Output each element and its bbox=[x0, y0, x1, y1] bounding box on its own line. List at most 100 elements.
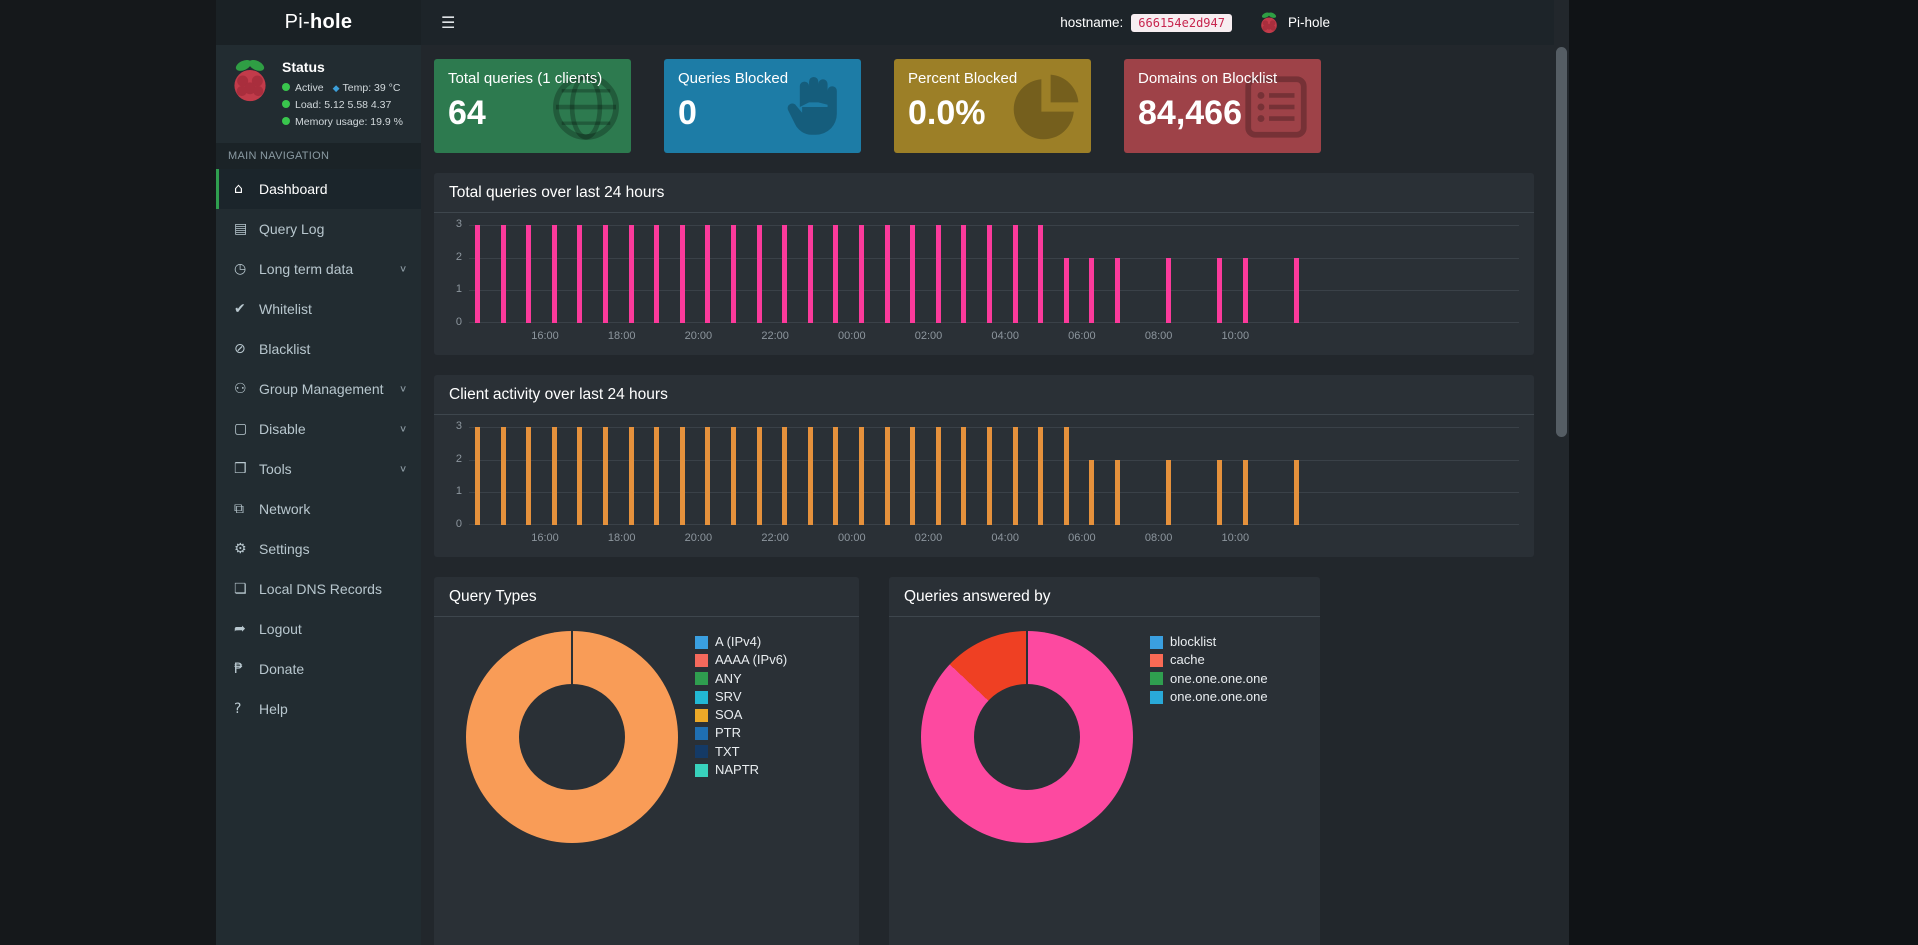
legend-label: blocklist bbox=[1170, 634, 1217, 649]
bar[interactable] bbox=[731, 225, 736, 323]
bar[interactable] bbox=[756, 427, 762, 525]
bar[interactable] bbox=[1294, 459, 1300, 525]
bar[interactable] bbox=[1217, 459, 1223, 525]
bar[interactable] bbox=[859, 427, 864, 525]
bar[interactable] bbox=[551, 225, 557, 323]
bar[interactable] bbox=[987, 427, 992, 525]
bar[interactable] bbox=[500, 225, 506, 323]
bar[interactable] bbox=[705, 427, 711, 525]
scrollbar-thumb[interactable] bbox=[1556, 47, 1567, 437]
legend-item[interactable]: one.one.one.one bbox=[1150, 689, 1268, 704]
bar[interactable] bbox=[1063, 257, 1069, 323]
bar[interactable] bbox=[1089, 257, 1095, 323]
bar[interactable] bbox=[1243, 459, 1248, 525]
bar[interactable] bbox=[679, 225, 685, 323]
legend-item[interactable]: one.one.one.one bbox=[1150, 671, 1268, 686]
sidebar-item-local-dns-records[interactable]: ❏ Local DNS Records bbox=[216, 569, 421, 609]
bar[interactable] bbox=[1089, 459, 1095, 525]
bar[interactable] bbox=[833, 427, 839, 525]
bar[interactable] bbox=[551, 427, 557, 525]
legend-item[interactable]: A (IPv4) bbox=[695, 634, 787, 649]
bar[interactable] bbox=[705, 225, 711, 323]
bar[interactable] bbox=[782, 427, 788, 525]
bar[interactable] bbox=[884, 427, 890, 525]
bar[interactable] bbox=[884, 225, 890, 323]
legend-item[interactable]: TXT bbox=[695, 744, 787, 759]
bar[interactable] bbox=[859, 225, 864, 323]
sidebar-item-settings[interactable]: ⚙ Settings bbox=[216, 529, 421, 569]
scrollbar-track[interactable] bbox=[1554, 0, 1569, 945]
query-types-donut[interactable] bbox=[466, 631, 678, 843]
bar[interactable] bbox=[526, 225, 532, 323]
sidebar-item-logout[interactable]: ➦ Logout bbox=[216, 609, 421, 649]
bar[interactable] bbox=[807, 225, 813, 323]
bar[interactable] bbox=[1166, 459, 1172, 525]
total-queries-chart[interactable]: 0 1 2 3 16:00 18:00 20:00 22:00 00:00 02:00 04:00… bbox=[449, 219, 1519, 345]
bar[interactable] bbox=[679, 427, 685, 525]
bar[interactable] bbox=[1012, 225, 1018, 323]
bar[interactable] bbox=[1294, 257, 1300, 323]
bar[interactable] bbox=[961, 225, 967, 323]
legend-swatch bbox=[695, 763, 708, 777]
bar[interactable] bbox=[731, 427, 736, 525]
bar[interactable] bbox=[910, 427, 916, 525]
legend-item[interactable]: SRV bbox=[695, 689, 787, 704]
sidebar-item-dashboard[interactable]: ⌂ Dashboard bbox=[216, 168, 421, 209]
bar[interactable] bbox=[628, 427, 634, 525]
bar[interactable] bbox=[1217, 257, 1223, 323]
bar[interactable] bbox=[1063, 427, 1069, 525]
bar[interactable] bbox=[833, 225, 839, 323]
sidebar-item-label: Group Management bbox=[259, 380, 384, 397]
sidebar-item-help[interactable]: ? Help bbox=[216, 689, 421, 729]
bar[interactable] bbox=[807, 427, 813, 525]
bar[interactable] bbox=[961, 427, 967, 525]
brand-link[interactable]: Pi-hole bbox=[1258, 11, 1330, 35]
bar[interactable] bbox=[935, 225, 941, 323]
bar[interactable] bbox=[475, 427, 480, 525]
bar[interactable] bbox=[1038, 225, 1044, 323]
bar[interactable] bbox=[475, 225, 480, 323]
bar[interactable] bbox=[1012, 427, 1018, 525]
bar[interactable] bbox=[1243, 257, 1248, 323]
bar[interactable] bbox=[603, 427, 608, 525]
legend-item[interactable]: blocklist bbox=[1150, 634, 1268, 649]
bar[interactable] bbox=[577, 225, 583, 323]
bar[interactable] bbox=[603, 225, 608, 323]
sidebar-item-group-management[interactable]: ⚇ Group Management ∨ bbox=[216, 369, 421, 409]
bar[interactable] bbox=[782, 225, 788, 323]
app-logo[interactable]: Pi-hole bbox=[216, 0, 421, 45]
bar[interactable] bbox=[910, 225, 916, 323]
bar[interactable] bbox=[500, 427, 506, 525]
card-domains-on-blocklist: Domains on Blocklist 84,466 bbox=[1124, 59, 1321, 153]
bar[interactable] bbox=[526, 427, 532, 525]
bar[interactable] bbox=[987, 225, 992, 323]
bar[interactable] bbox=[756, 225, 762, 323]
sidebar-item-whitelist[interactable]: ✔ Whitelist bbox=[216, 289, 421, 329]
sidebar-item-query-log[interactable]: ▤ Query Log bbox=[216, 209, 421, 249]
bar[interactable] bbox=[577, 427, 583, 525]
bar[interactable] bbox=[935, 427, 941, 525]
hamburger-icon[interactable]: ☰ bbox=[441, 13, 455, 32]
bar[interactable] bbox=[654, 427, 660, 525]
bar[interactable] bbox=[654, 225, 660, 323]
legend-item[interactable]: ANY bbox=[695, 670, 787, 686]
sidebar-item-tools[interactable]: ❒ Tools ∨ bbox=[216, 449, 421, 489]
legend-label: ANY bbox=[715, 670, 742, 686]
sidebar-item-network[interactable]: ⧉ Network bbox=[216, 489, 421, 529]
legend-item[interactable]: cache bbox=[1150, 652, 1268, 667]
sidebar-item-disable[interactable]: ▢ Disable ∨ bbox=[216, 409, 421, 449]
bar[interactable] bbox=[628, 225, 634, 323]
bar[interactable] bbox=[1166, 257, 1172, 323]
sidebar-item-donate[interactable]: ₱ Donate bbox=[216, 649, 421, 689]
legend-item[interactable]: AAAA (IPv6) bbox=[695, 652, 787, 667]
queries-answered-by-donut[interactable] bbox=[921, 631, 1133, 843]
bar[interactable] bbox=[1038, 427, 1044, 525]
sidebar-item-long-term-data[interactable]: ◷ Long term data ∨ bbox=[216, 249, 421, 289]
sidebar-item-blacklist[interactable]: ⊘ Blacklist bbox=[216, 329, 421, 369]
legend-item[interactable]: PTR bbox=[695, 726, 787, 740]
legend-item[interactable]: NAPTR bbox=[695, 762, 787, 777]
legend-item[interactable]: SOA bbox=[695, 707, 787, 722]
client-activity-chart[interactable]: 0 1 2 3 16:00 18:00 20:00 22:00 00:00 02:00 04:00… bbox=[449, 421, 1519, 547]
bar[interactable] bbox=[1115, 257, 1120, 323]
bar[interactable] bbox=[1115, 459, 1120, 525]
